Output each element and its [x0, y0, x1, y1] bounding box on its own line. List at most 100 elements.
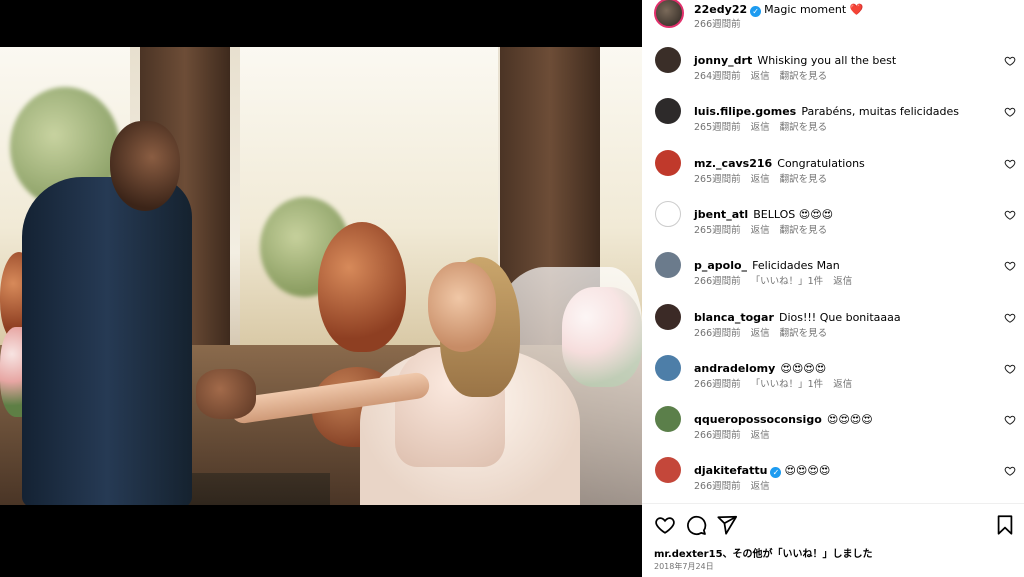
comment-line: andradelomy 😍😍😍😍	[694, 357, 826, 376]
post-photo[interactable]	[0, 47, 642, 505]
comment-username[interactable]: p_apolo_	[694, 259, 747, 272]
comment-username[interactable]: djakitefattu	[694, 464, 767, 477]
comment-action[interactable]: 返信	[751, 174, 770, 185]
comment-like-heart-icon[interactable]	[1004, 260, 1016, 272]
comment-meta: 266週間前 返信 翻訳を見る	[694, 325, 837, 339]
comment-action[interactable]: 「いいね！」1件	[751, 379, 824, 390]
comment-line: blanca_togar Dios!!! Que bonitaaaa	[694, 306, 901, 325]
verified-badge-icon: ✓	[750, 6, 762, 17]
commenter-avatar[interactable]	[655, 149, 681, 176]
comment-text: Parabéns, muitas felicidades	[801, 105, 959, 119]
bookmark-icon[interactable]	[994, 514, 1016, 536]
comment-username[interactable]: luis.filipe.gomes	[694, 105, 796, 118]
comment-time: 266週間前	[694, 430, 741, 442]
comment-action[interactable]: 翻訳を見る	[780, 71, 828, 82]
post-caption: 22edy22 ✓ Magic moment ❤️ 266週間前	[642, 0, 1024, 38]
comment-item: mz._cavs216 Congratulations 265週間前 返信 翻訳を見る	[642, 149, 1024, 200]
comment-item: jonny_drt Whisking you all the best 264週間…	[642, 47, 1024, 97]
comment-action[interactable]: 返信	[833, 276, 852, 287]
post-date: 2018年7月24日	[654, 562, 714, 571]
comment-like-heart-icon[interactable]	[1004, 312, 1016, 324]
comment-item: djakitefattu ✓ 😍😍😍😍 266週間前 返信	[642, 457, 1024, 507]
comment-text: BELLOS 😍😍😍	[753, 207, 834, 221]
comment-like-heart-icon[interactable]	[1004, 414, 1016, 426]
comment-action[interactable]: 返信	[751, 71, 770, 82]
comment-text: Dios!!! Que bonitaaaa	[778, 310, 901, 324]
comment-like-heart-icon[interactable]	[1004, 55, 1016, 67]
comment-like-heart-icon[interactable]	[1004, 363, 1016, 375]
commenter-avatar[interactable]	[655, 252, 681, 279]
comment-action[interactable]: 返信	[751, 122, 770, 133]
commenter-avatar[interactable]	[655, 98, 681, 125]
comment-action[interactable]: 返信	[751, 430, 770, 441]
caption-line: 22edy22 ✓ Magic moment ❤️	[694, 0, 863, 17]
comment-line: jonny_drt Whisking you all the best	[694, 49, 896, 68]
comment-line: mz._cavs216 Congratulations	[694, 152, 865, 171]
comment-action[interactable]: 返信	[833, 379, 852, 390]
commenter-avatar[interactable]	[655, 406, 681, 433]
comment-text: 😍😍😍😍	[784, 464, 831, 478]
comment-time: 265週間前	[694, 122, 741, 134]
comment-action[interactable]: 返信	[751, 481, 770, 492]
comment-item: qqueroposso​consigo 😍😍😍😍 266週間前 返信	[642, 406, 1024, 456]
comment-like-heart-icon[interactable]	[1004, 158, 1016, 170]
photo-groom-head	[110, 121, 180, 211]
comment-time: 266週間前	[694, 481, 741, 493]
commenter-avatar[interactable]	[655, 47, 681, 73]
comment-action[interactable]: 翻訳を見る	[780, 174, 828, 185]
caption-time: 266週間前	[694, 19, 741, 30]
comment-username[interactable]: jonny_drt	[694, 54, 752, 67]
comment-like-heart-icon[interactable]	[1004, 465, 1016, 477]
comment-time: 265週間前	[694, 224, 741, 236]
commenter-avatar[interactable]	[655, 354, 681, 381]
comment-meta: 266週間前 「いいね！」1件 返信	[694, 273, 862, 287]
comment-text: Congratulations	[777, 156, 865, 170]
comment-meta: 266週間前 返信	[694, 427, 780, 441]
photo-hands	[196, 369, 256, 419]
post-media-area	[0, 0, 642, 577]
comment-username[interactable]: jbent_atl	[694, 208, 748, 221]
comment-username[interactable]: mz._cavs216	[694, 157, 772, 170]
comment-item: jbent_atl BELLOS 😍😍😍 265週間前 返信 翻訳を見る	[642, 200, 1024, 251]
photo-pot	[318, 222, 406, 352]
comment-line: qqueroposso​consigo 😍😍😍😍	[694, 408, 873, 427]
comment-line: p_apolo_ Felicidades Man	[694, 254, 840, 273]
share-icon[interactable]	[716, 514, 738, 536]
likes-summary[interactable]: mr.dexter15、その他が「いいね！」しました	[654, 545, 873, 560]
comment-action[interactable]: 翻訳を見る	[780, 225, 828, 236]
comment-time: 265週間前	[694, 173, 741, 185]
comment-action[interactable]: 「いいね！」1件	[751, 276, 824, 287]
commenter-avatar[interactable]	[655, 303, 681, 330]
commenter-avatar[interactable]	[655, 457, 681, 484]
comment-meta: 266週間前 「いいね！」1件 返信	[694, 376, 862, 390]
author-username[interactable]: 22edy22	[694, 3, 747, 16]
comment-time: 266週間前	[694, 378, 741, 390]
commenter-avatar[interactable]	[655, 200, 681, 227]
comment-like-heart-icon[interactable]	[1004, 209, 1016, 221]
comment-username[interactable]: blanca_togar	[694, 311, 774, 324]
comment-time: 266週間前	[694, 276, 741, 288]
photo-stand	[182, 473, 330, 505]
action-bar	[642, 503, 1024, 543]
comment-item: blanca_togar Dios!!! Que bonitaaaa 266週間前…	[642, 303, 1024, 354]
comment-action[interactable]: 返信	[751, 225, 770, 236]
post-side-panel: 22edy22 ✓ Magic moment ❤️ 266週間前 jonny_drt…	[642, 0, 1024, 577]
comment-text: 😍😍😍😍	[826, 413, 873, 427]
comment-line: luis.filipe.gomes Parabéns, muitas felic…	[694, 100, 959, 119]
comment-action[interactable]: 翻訳を見る	[780, 328, 828, 339]
author-avatar[interactable]	[654, 0, 684, 28]
comment-like-heart-icon[interactable]	[1004, 106, 1016, 118]
comment-action[interactable]: 翻訳を見る	[780, 122, 828, 133]
heart-icon[interactable]	[654, 514, 676, 536]
comment-time: 264週間前	[694, 71, 741, 82]
comment-username[interactable]: andradelomy	[694, 362, 775, 375]
comment-text: Felicidades Man	[752, 259, 840, 273]
likes-text: mr.dexter15、その他が「いいね！」しました	[654, 549, 873, 560]
comment-username[interactable]: qqueroposso​consigo	[694, 413, 822, 426]
comment-line: jbent_atl BELLOS 😍😍😍	[694, 203, 833, 222]
comment-meta: 265週間前 返信 翻訳を見る	[694, 171, 837, 185]
comment-action[interactable]: 返信	[751, 328, 770, 339]
comment-icon[interactable]	[685, 514, 707, 536]
comment-item: p_apolo_ Felicidades Man 266週間前 「いいね！」1件 返信	[642, 252, 1024, 302]
comment-meta: 265週間前 返信 翻訳を見る	[694, 222, 837, 236]
